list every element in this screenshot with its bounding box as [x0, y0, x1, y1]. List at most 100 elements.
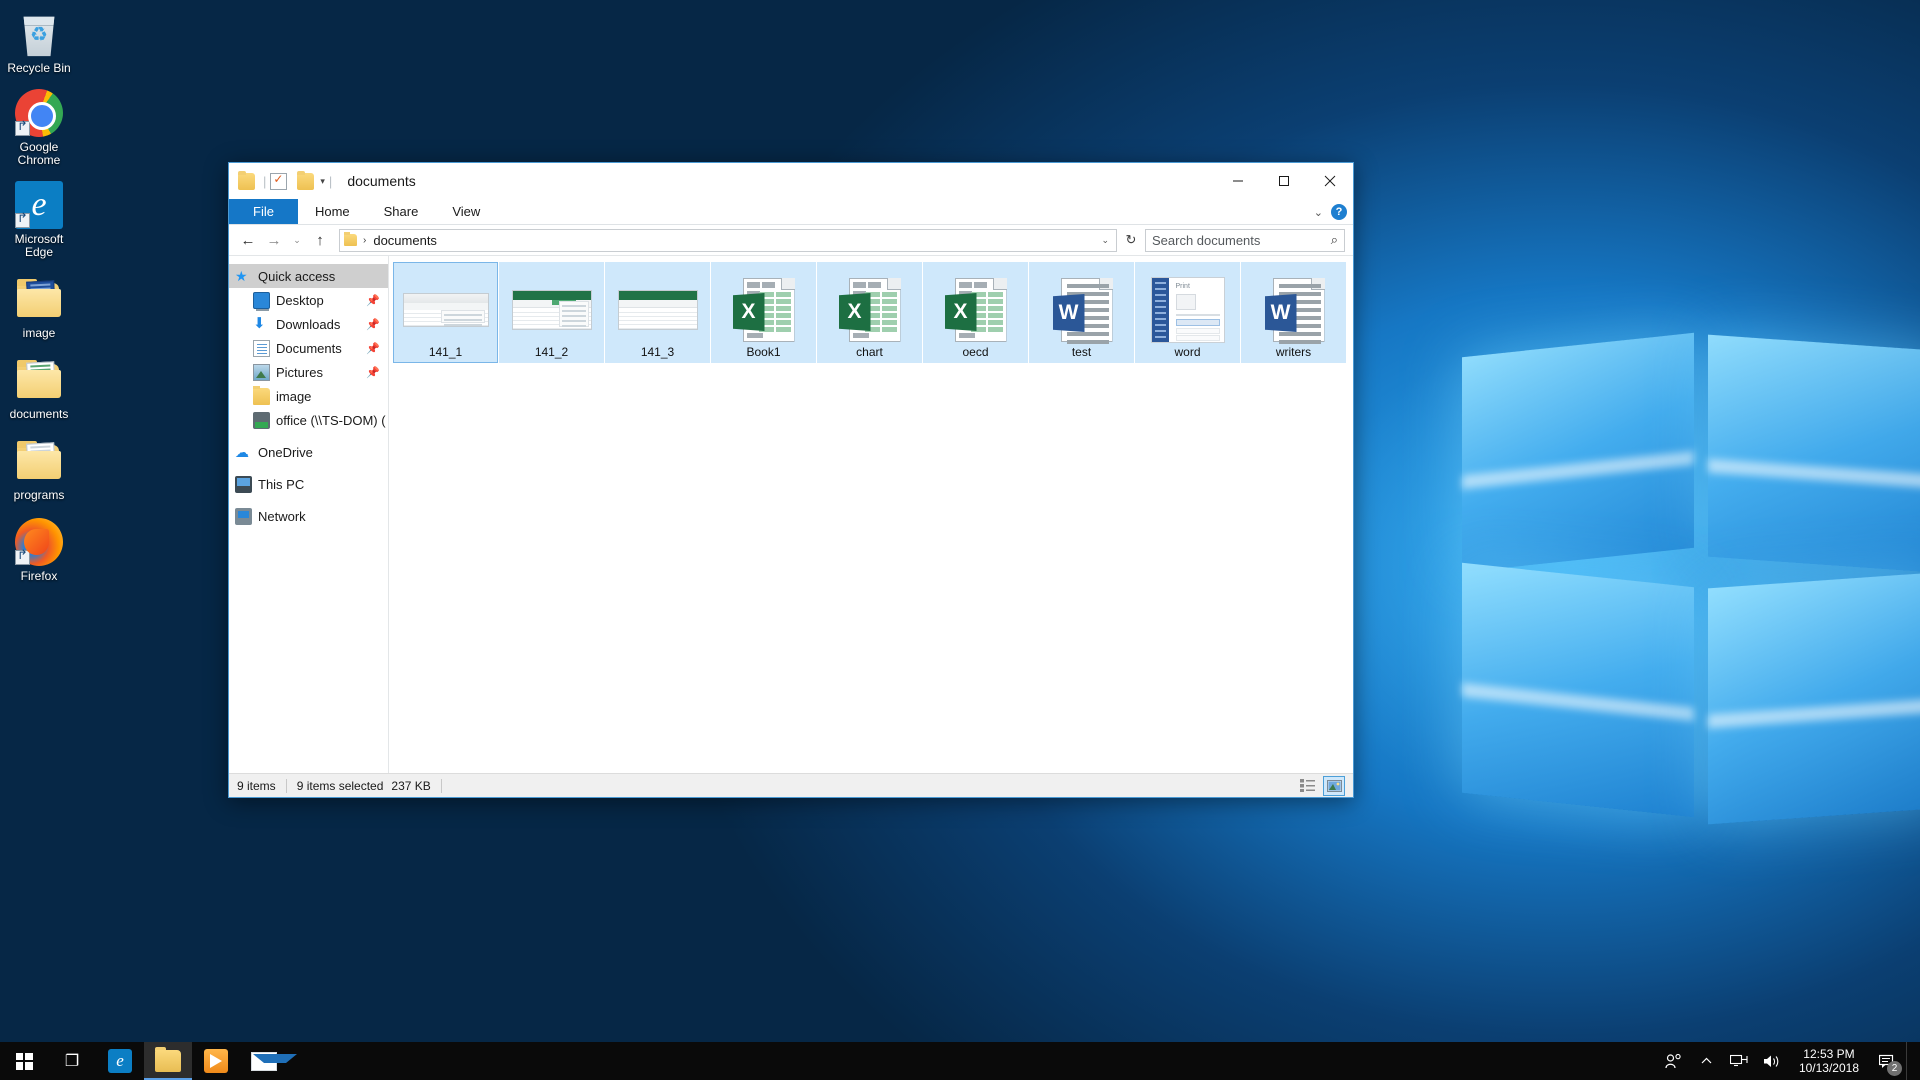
wallpaper-pane-bottom-right [1708, 571, 1920, 825]
task-view-button[interactable]: ❐ [48, 1042, 96, 1080]
desktop-icon-google-chrome[interactable]: Google Chrome [0, 89, 78, 167]
file-item-writers[interactable]: W writers [1241, 262, 1346, 363]
sidebar-item-downloads[interactable]: ⬇ Downloads 📌 [229, 312, 388, 336]
large-icons-view-icon[interactable] [1323, 775, 1345, 796]
people-icon[interactable] [1657, 1042, 1690, 1080]
toolbar-divider: | [263, 173, 267, 189]
file-explorer-icon [155, 1047, 181, 1072]
file-name-label: chart [856, 345, 883, 359]
desktop-icon-documents[interactable]: documents [0, 356, 78, 421]
chevron-up-icon[interactable] [1690, 1042, 1723, 1080]
folder-icon[interactable] [238, 170, 255, 190]
forward-button[interactable]: → [263, 229, 285, 251]
chevron-down-icon[interactable]: ▾ [320, 176, 325, 187]
wallpaper-pane-top-left [1462, 332, 1694, 573]
details-view-icon[interactable] [1297, 776, 1319, 796]
pin-icon[interactable]: 📌 [366, 342, 380, 355]
close-button[interactable] [1307, 163, 1353, 199]
search-box[interactable]: ⌕ [1145, 228, 1345, 252]
file-item-oecd[interactable]: X oecd [923, 262, 1028, 363]
start-button[interactable] [0, 1042, 48, 1080]
taskbar-file-explorer[interactable] [144, 1042, 192, 1080]
sidebar-item-desktop[interactable]: Desktop 📌 [229, 288, 388, 312]
file-list-view[interactable]: 141_1 141_2 141_3 X Book1 X chart X oecd… [389, 256, 1353, 773]
tab-home[interactable]: Home [298, 199, 367, 224]
pin-icon[interactable]: 📌 [366, 294, 380, 307]
desktop-icon-recycle-bin[interactable]: Recycle Bin [0, 10, 78, 75]
desktop-icon-label: Recycle Bin [7, 61, 71, 75]
search-input[interactable] [1152, 232, 1331, 248]
minimize-button[interactable] [1215, 163, 1261, 199]
file-item-141_1[interactable]: 141_1 [393, 262, 498, 363]
refresh-button[interactable]: ↻ [1121, 229, 1141, 251]
desktop-icon-firefox[interactable]: Firefox [0, 518, 78, 583]
quick-access-star-icon: ★ [235, 267, 248, 284]
network-icon[interactable] [1723, 1042, 1755, 1080]
file-name-label: 141_1 [428, 345, 463, 359]
file-item-141_3[interactable]: 141_3 [605, 262, 710, 363]
tab-view[interactable]: View [435, 199, 497, 224]
file-name-label: oecd [962, 345, 989, 359]
file-item-test[interactable]: W test [1029, 262, 1134, 363]
pin-icon[interactable]: 📌 [366, 366, 380, 379]
toolbar-divider: | [328, 173, 333, 189]
file-item-word[interactable]: Print word [1135, 262, 1240, 363]
sidebar-item-quick-access[interactable]: ★ Quick access [229, 264, 388, 288]
maximize-button[interactable] [1261, 163, 1307, 199]
taskbar: ❐ e 12:53 PM 10/13/2018 2 [0, 1042, 1920, 1080]
desktop-icon-image[interactable]: image [0, 275, 78, 340]
taskbar-microsoft-store[interactable] [192, 1042, 240, 1080]
sidebar-item-label: Desktop [276, 292, 324, 308]
sidebar-item-pictures[interactable]: Pictures 📌 [229, 360, 388, 384]
sidebar-item-network[interactable]: Network [229, 504, 388, 528]
excel-file-icon: X [933, 275, 1019, 345]
file-item-141_2[interactable]: 141_2 [499, 262, 604, 363]
sidebar-item-documents[interactable]: Documents 📌 [229, 336, 388, 360]
properties-icon[interactable] [270, 172, 288, 190]
breadcrumb-path[interactable]: documents [373, 233, 437, 248]
desktop-icon-label: documents [9, 407, 69, 421]
title-bar[interactable]: | ▾ | documents [229, 163, 1353, 199]
network-icon [235, 507, 252, 525]
recycle-bin-icon [23, 16, 55, 57]
chevron-down-icon[interactable]: ⌄ [1101, 235, 1112, 246]
new-folder-icon[interactable] [297, 170, 315, 190]
desktop-icon-programs[interactable]: programs [0, 437, 78, 502]
sidebar-item-label: Downloads [276, 316, 341, 332]
tab-file[interactable]: File [229, 199, 298, 224]
mail-icon [251, 1051, 297, 1071]
notification-center-button[interactable]: 2 [1869, 1042, 1906, 1080]
pin-icon[interactable]: 📌 [366, 318, 380, 331]
address-bar[interactable]: › documents ⌄ [339, 228, 1117, 252]
file-item-Book1[interactable]: X Book1 [711, 262, 816, 363]
file-explorer-window: | ▾ | documents File Home Share View ⌄ ? [228, 162, 1354, 798]
ribbon-right-controls: ⌄ ? [1314, 199, 1347, 225]
clock[interactable]: 12:53 PM 10/13/2018 [1789, 1047, 1869, 1075]
desktop-icon-microsoft-edge[interactable]: Microsoft Edge [0, 181, 78, 259]
file-item-chart[interactable]: X chart [817, 262, 922, 363]
chevron-down-icon[interactable]: ⌄ [1314, 206, 1323, 219]
volume-icon[interactable] [1755, 1042, 1789, 1080]
search-icon[interactable]: ⌕ [1331, 232, 1338, 248]
navigation-pane: ★ Quick access Desktop 📌 ⬇ Downloads 📌 D… [229, 256, 389, 773]
desktop-icon-label: Google Chrome [17, 140, 61, 167]
view-mode-buttons [1297, 775, 1345, 796]
taskbar-microsoft-edge[interactable]: e [96, 1042, 144, 1080]
pictures-icon [253, 363, 270, 381]
up-button[interactable]: ↑ [309, 229, 331, 251]
sidebar-item-this-pc[interactable]: This PC [229, 472, 388, 496]
help-icon[interactable]: ? [1331, 204, 1347, 220]
clock-date: 10/13/2018 [1798, 1061, 1859, 1075]
word-screenshot-thumbnail: Print [1145, 275, 1231, 345]
show-desktop-button[interactable] [1906, 1042, 1914, 1080]
sidebar-item-office-network-drive[interactable]: office (\\TS-DOM) ( [229, 408, 388, 432]
file-grid: 141_1 141_2 141_3 X Book1 X chart X oecd… [393, 262, 1353, 363]
sidebar-item-image[interactable]: image [229, 384, 388, 408]
desktop-icon-list: Recycle Bin Google Chrome Microsoft Edge… [0, 8, 78, 597]
tab-share[interactable]: Share [367, 199, 436, 224]
sidebar-item-onedrive[interactable]: ☁ OneDrive [229, 440, 388, 464]
back-button[interactable]: ← [237, 229, 259, 251]
sidebar-item-label: OneDrive [258, 444, 313, 460]
recent-locations-button[interactable]: ⌄ [289, 229, 305, 251]
taskbar-mail[interactable] [240, 1042, 297, 1080]
